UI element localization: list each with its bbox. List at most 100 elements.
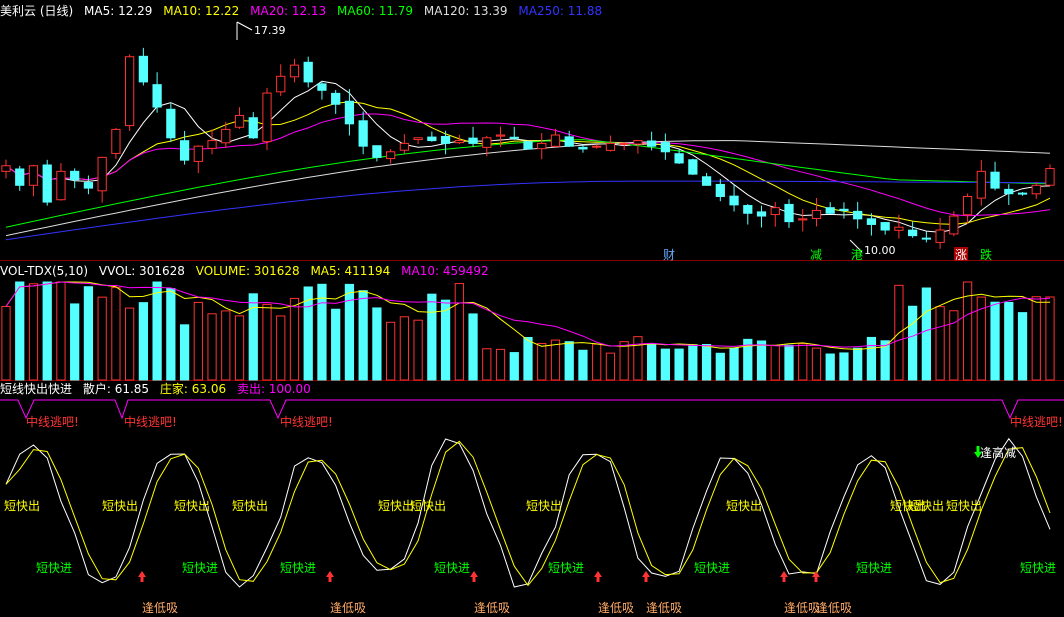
- event-tag-gang: 港: [851, 248, 863, 262]
- candle-body: [111, 128, 121, 154]
- candle-body: [166, 108, 176, 139]
- stock-chart[interactable]: 17.39 10.00 财 减 港 涨 跌 中线逃吧! 中线逃吧! 中线逃吧! 中线逃…: [0, 0, 1064, 617]
- vol-ma10-value: MA10: 459492: [401, 264, 489, 278]
- signal-panel-header: 短线快出快进 散户: 61.85 庄家: 63.06 卖出: 100.00: [0, 380, 318, 398]
- ma20-line: [5, 113, 1051, 217]
- buy-arrow-icon: [642, 571, 650, 582]
- candle-body: [262, 92, 272, 143]
- candle-body: [1004, 188, 1014, 195]
- buy-label: 短快进: [36, 561, 72, 575]
- volume-panel-header: VOL-TDX(5,10) VVOL: 301628 VOLUME: 30162…: [0, 262, 496, 280]
- candle-body: [770, 207, 780, 216]
- volume-bar: [798, 343, 808, 381]
- svg-text:10.00: 10.00: [864, 244, 896, 257]
- volume-bar: [193, 301, 203, 381]
- event-tag-die: 跌: [980, 247, 992, 262]
- buy-label: 短快进: [1020, 561, 1056, 575]
- sell-label: 短快出: [378, 499, 414, 513]
- ma10-value: MA10: 12.22: [163, 4, 240, 18]
- volume-bar: [1017, 312, 1028, 381]
- buy-label: 短快进: [856, 561, 892, 575]
- candle-body: [42, 164, 52, 203]
- volume-bar: [537, 342, 547, 381]
- volume-bar: [56, 281, 66, 381]
- ma250-line: [5, 180, 1051, 241]
- volume-bar: [454, 283, 464, 381]
- event-tag-cai: 财: [663, 248, 675, 262]
- exit-label: 中线逃吧!: [280, 414, 333, 429]
- exit-label: 中线逃吧!: [1010, 414, 1063, 429]
- main-panel: 17.39 10.00 财 减 港 涨 跌: [1, 21, 1055, 262]
- candle-body: [125, 56, 135, 127]
- dealer-value: 庄家: 63.06: [159, 382, 227, 396]
- volume-bar: [248, 293, 258, 381]
- buy-arrow-icon: [138, 571, 146, 582]
- volume-panel: [1, 281, 1055, 381]
- candlesticks: [1, 47, 1055, 249]
- candle-body: [660, 142, 670, 153]
- volume-bar: [70, 303, 80, 381]
- candle-body: [647, 140, 657, 147]
- sell-label: 短快出: [102, 499, 138, 513]
- volume-bar: [935, 306, 945, 381]
- candle-body: [811, 209, 822, 219]
- sell-label: 短快出: [174, 499, 210, 513]
- candle-body: [70, 170, 80, 181]
- candle-body: [56, 170, 66, 201]
- candle-body: [921, 237, 931, 240]
- volume-bar: [784, 344, 794, 381]
- volume-bar: [592, 343, 602, 381]
- volume-bar: [125, 307, 135, 381]
- candle-body: [331, 92, 341, 105]
- candle-body: [468, 137, 478, 144]
- candle-body: [935, 229, 945, 243]
- candle-body: [949, 215, 959, 235]
- volume-bar: [372, 307, 382, 381]
- moving-average-lines: [5, 80, 1051, 241]
- ma250-value: MA250: 11.88: [518, 4, 603, 18]
- buy-arrow-icon: [326, 571, 334, 582]
- low-buy-label: 逢低吸: [330, 601, 366, 615]
- volume-bar: [674, 348, 684, 381]
- candle-body: [83, 182, 94, 189]
- low-buy-label: 逢低吸: [646, 601, 682, 615]
- buy-arrow-icon: [470, 571, 478, 582]
- volume-bar: [660, 348, 670, 381]
- candle-body: [221, 128, 231, 144]
- buy-arrow-icon: [594, 571, 602, 582]
- sell-label: 短快出: [4, 499, 40, 513]
- candle-body: [482, 137, 492, 148]
- volume-bar: [234, 315, 245, 381]
- candle-body: [784, 203, 794, 223]
- candle-body: [15, 168, 25, 186]
- candle-body: [592, 145, 602, 148]
- volume-bar: [701, 343, 712, 381]
- candle-body: [715, 183, 725, 197]
- volume-bar: [633, 336, 643, 381]
- low-buy-label: 逢低吸: [816, 601, 852, 615]
- candle-body: [853, 210, 863, 220]
- volume-bar: [1045, 296, 1055, 381]
- volume-bar: [399, 316, 409, 381]
- volume-bar: [289, 297, 300, 381]
- candle-body: [564, 136, 574, 147]
- volume-bar: [839, 352, 849, 381]
- volume-bar: [647, 343, 657, 381]
- volume-bar: [715, 352, 725, 381]
- buy-label: 短快进: [694, 561, 730, 575]
- volume-bar: [440, 299, 451, 381]
- candle-body: [440, 135, 451, 144]
- dealer-line: [5, 440, 1051, 587]
- candle-body: [537, 142, 547, 150]
- exit-label: 中线逃吧!: [26, 414, 79, 429]
- volume-bar: [1031, 296, 1041, 381]
- ma20-value: MA20: 12.13: [250, 4, 327, 18]
- candle-body: [619, 142, 629, 145]
- candle-body: [289, 64, 300, 78]
- candle-body: [454, 140, 464, 144]
- sell-label: 短快出: [410, 499, 446, 513]
- low-buy-label: 逢低吸: [142, 601, 178, 615]
- exit-label: 中线逃吧!: [124, 414, 177, 429]
- event-tags: 财 减 港 涨 跌: [663, 247, 992, 262]
- volume-bar: [908, 305, 918, 381]
